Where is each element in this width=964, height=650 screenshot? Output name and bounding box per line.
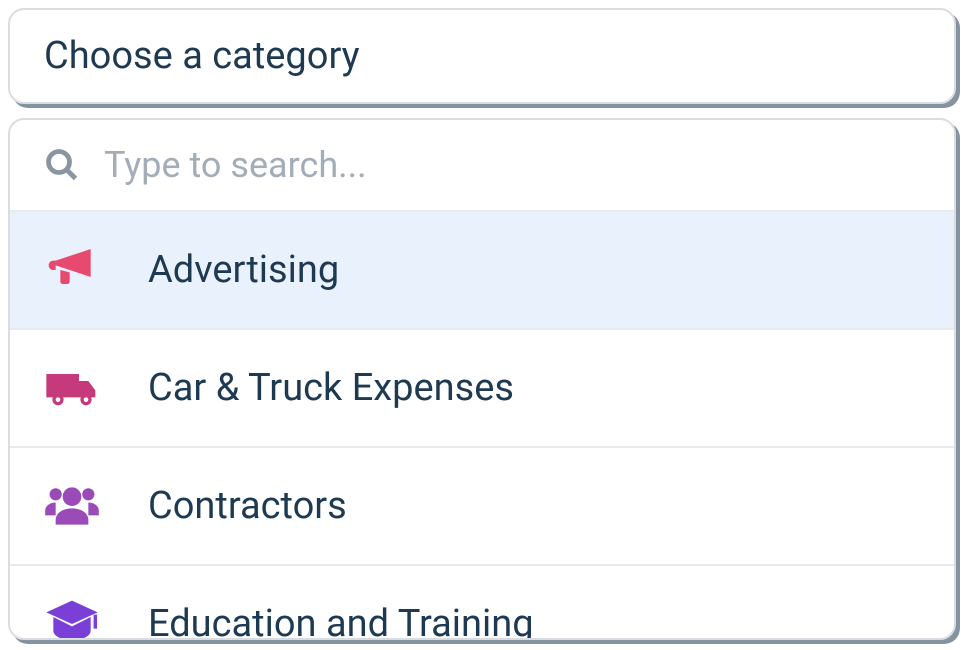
graduation-cap-icon — [44, 596, 100, 640]
category-selector-trigger[interactable]: Choose a category — [8, 8, 956, 104]
category-label: Education and Training — [148, 602, 534, 640]
search-row — [10, 120, 954, 212]
category-item-contractors[interactable]: Contractors — [10, 448, 954, 566]
category-item-advertising[interactable]: Advertising — [10, 212, 954, 330]
category-item-education[interactable]: Education and Training — [10, 566, 954, 640]
category-dropdown: Advertising Car & Truck Expenses — [8, 118, 956, 640]
search-icon — [44, 147, 80, 183]
category-item-car-truck[interactable]: Car & Truck Expenses — [10, 330, 954, 448]
people-icon — [44, 478, 100, 534]
search-input[interactable] — [104, 144, 920, 186]
category-label: Advertising — [148, 248, 339, 292]
truck-icon — [44, 360, 100, 416]
megaphone-icon — [44, 242, 100, 298]
category-label: Contractors — [148, 484, 347, 528]
category-list: Advertising Car & Truck Expenses — [10, 212, 954, 640]
selector-title: Choose a category — [44, 34, 360, 78]
category-label: Car & Truck Expenses — [148, 366, 514, 410]
